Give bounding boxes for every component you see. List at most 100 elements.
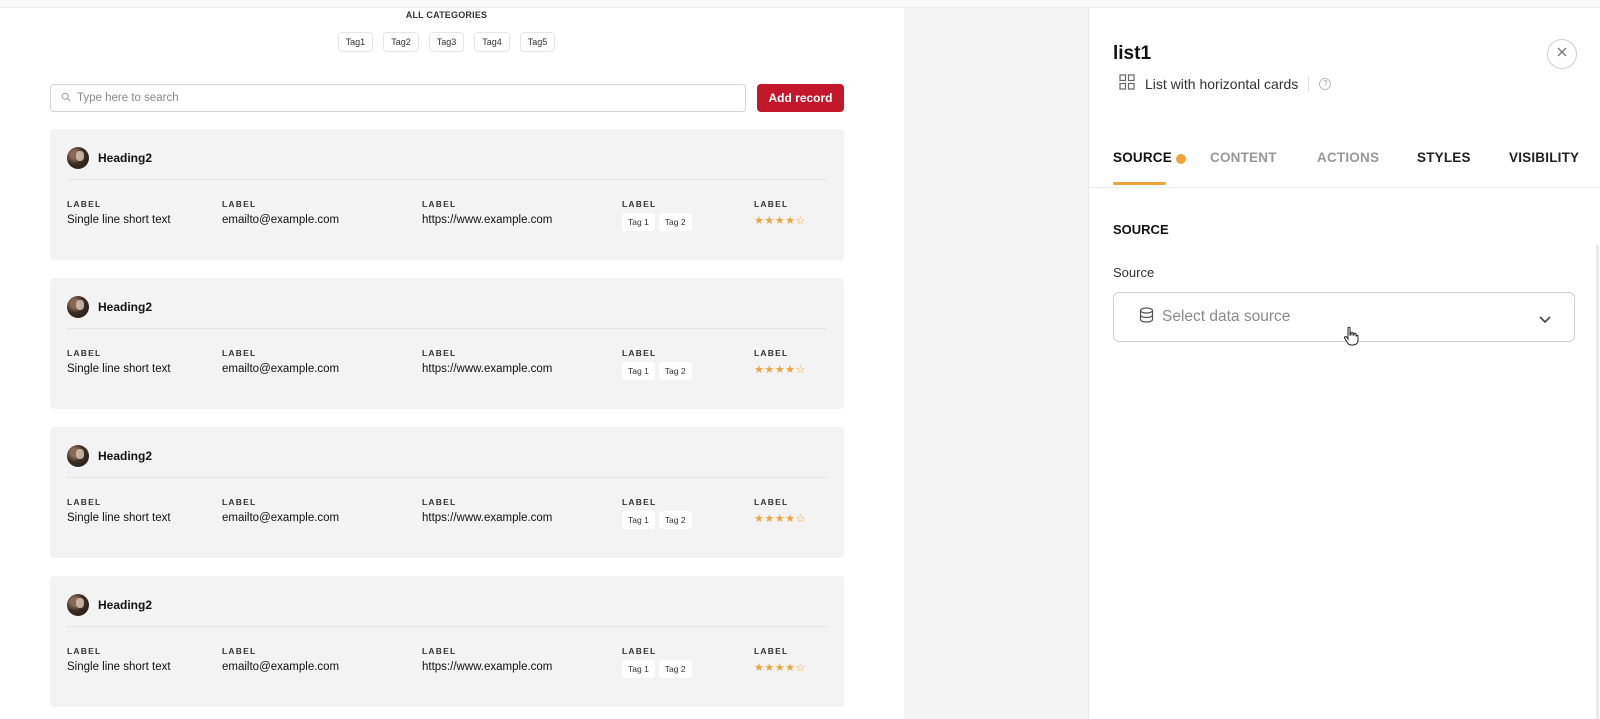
component-type: List with horizontal cards ?: [1119, 74, 1332, 93]
card-divider: [67, 626, 827, 627]
card-heading: Heading2: [98, 598, 153, 612]
field-label: LABEL: [754, 497, 789, 507]
star-icon: ☆: [795, 662, 806, 674]
source-label: Source: [1113, 265, 1155, 280]
avatar: [67, 296, 89, 318]
star-icon: ★: [774, 215, 786, 227]
field-label: LABEL: [422, 348, 457, 358]
panel-title: list1: [1113, 43, 1152, 64]
category-tag[interactable]: Tag3: [428, 32, 465, 52]
star-rating: ★★★★☆: [754, 363, 806, 376]
properties-panel: list1 List with horizontal cards ? SOURC…: [1088, 8, 1600, 719]
categories-title: ALL CATEGORIES: [405, 10, 488, 20]
field-label: LABEL: [222, 348, 257, 358]
tab-content[interactable]: CONTENT: [1210, 150, 1277, 165]
star-icon: ★: [774, 513, 786, 525]
panel-tabs: SOURCE CONTENT ACTIONS STYLES VISIBILITY: [1089, 140, 1600, 188]
star-icon: ☆: [795, 364, 806, 376]
card-field-tags: LABEL Tag 1 Tag 2: [622, 199, 692, 231]
field-label: LABEL: [622, 199, 657, 209]
card-field-rating: LABEL ★★★★☆: [754, 348, 806, 376]
active-tab-indicator: [1113, 182, 1166, 185]
field-value: Single line short text: [67, 214, 171, 226]
star-icon: ★: [774, 662, 786, 674]
card-field-text: LABEL Single line short text: [67, 497, 171, 524]
star-icon: ★: [785, 662, 796, 674]
card-field-email: LABEL emailto@example.com: [222, 497, 339, 524]
star-icon: ★: [785, 364, 796, 376]
field-value: Single line short text: [67, 661, 171, 673]
scrollbar[interactable]: [1596, 245, 1599, 719]
star-icon: ★: [754, 662, 765, 674]
grid-icon: [1119, 74, 1135, 93]
card-field-email: LABEL emailto@example.com: [222, 199, 339, 226]
tab-visibility[interactable]: VISIBILITY: [1509, 150, 1579, 165]
add-record-button[interactable]: Add record: [757, 84, 844, 112]
tag-chip: Tag 2: [658, 362, 692, 380]
search-input[interactable]: [77, 92, 717, 104]
card-field-email: LABEL emailto@example.com: [222, 348, 339, 375]
card-field-text: LABEL Single line short text: [67, 199, 171, 226]
chevron-down-icon: [1538, 311, 1552, 329]
field-value: https://www.example.com: [422, 512, 553, 524]
star-icon: ★: [754, 364, 765, 376]
card-heading: Heading2: [98, 151, 153, 165]
field-value: emailto@example.com: [222, 512, 340, 524]
star-rating: ★★★★☆: [754, 214, 806, 227]
card-divider: [67, 477, 827, 478]
card-field-text: LABEL Single line short text: [67, 646, 171, 673]
tab-source[interactable]: SOURCE: [1113, 150, 1172, 165]
category-tag[interactable]: Tag2: [383, 32, 419, 52]
card-divider: [67, 328, 827, 329]
card-field-rating: LABEL ★★★★☆: [754, 199, 806, 227]
card-field-email: LABEL emailto@example.com: [222, 646, 339, 673]
field-value: Single line short text: [67, 363, 171, 375]
list-card[interactable]: Heading2 LABEL Single line short text LAB…: [50, 129, 844, 260]
close-button[interactable]: [1547, 39, 1577, 69]
field-label: LABEL: [622, 497, 657, 507]
card-divider: [67, 179, 827, 180]
list-card[interactable]: Heading2 LABEL Single line short text LAB…: [50, 576, 844, 707]
tab-actions[interactable]: ACTIONS: [1317, 150, 1379, 165]
preview-canvas: ALL CATEGORIES Tag1 Tag2 Tag3 Tag4 Tag5 …: [0, 8, 904, 719]
avatar: [67, 147, 89, 169]
star-icon: ★: [764, 662, 775, 674]
tag-chip: Tag 1: [622, 213, 655, 231]
star-icon: ★: [754, 513, 765, 525]
tag-chip: Tag 1: [622, 511, 655, 529]
field-label: LABEL: [754, 199, 789, 209]
search-bar[interactable]: [50, 84, 746, 112]
close-icon: [1556, 45, 1568, 63]
help-icon[interactable]: ?: [1319, 77, 1332, 90]
card-field-url: LABEL https://www.example.com: [422, 348, 552, 375]
pointer-cursor-icon: [1343, 326, 1359, 351]
separator: [1308, 76, 1310, 91]
field-value: https://www.example.com: [422, 363, 553, 375]
field-label: LABEL: [222, 199, 257, 209]
list-card[interactable]: Heading2 LABEL Single line short text LAB…: [50, 278, 844, 409]
tag-chip: Tag 1: [622, 362, 655, 380]
avatar: [67, 445, 89, 467]
field-label: LABEL: [754, 646, 789, 656]
field-label: LABEL: [754, 348, 789, 358]
top-border: [0, 0, 1600, 8]
field-value: https://www.example.com: [422, 214, 553, 226]
star-icon: ★: [754, 215, 765, 227]
field-label: LABEL: [67, 199, 102, 209]
category-tag[interactable]: Tag1: [337, 32, 374, 52]
field-label: LABEL: [422, 199, 457, 209]
star-icon: ★: [764, 364, 775, 376]
field-label: LABEL: [67, 348, 102, 358]
category-tag[interactable]: Tag5: [519, 32, 556, 52]
tab-styles[interactable]: STYLES: [1417, 150, 1471, 165]
field-label: LABEL: [222, 646, 257, 656]
field-label: LABEL: [422, 497, 457, 507]
field-value: emailto@example.com: [222, 661, 340, 673]
category-tag[interactable]: Tag4: [474, 32, 510, 52]
list-card[interactable]: Heading2 LABEL Single line short text LAB…: [50, 427, 844, 558]
card-field-tags: LABEL Tag 1 Tag 2: [622, 646, 692, 678]
card-field-tags: LABEL Tag 1 Tag 2: [622, 497, 692, 529]
star-icon: ★: [785, 215, 796, 227]
card-field-url: LABEL https://www.example.com: [422, 646, 552, 673]
field-label: LABEL: [222, 497, 257, 507]
